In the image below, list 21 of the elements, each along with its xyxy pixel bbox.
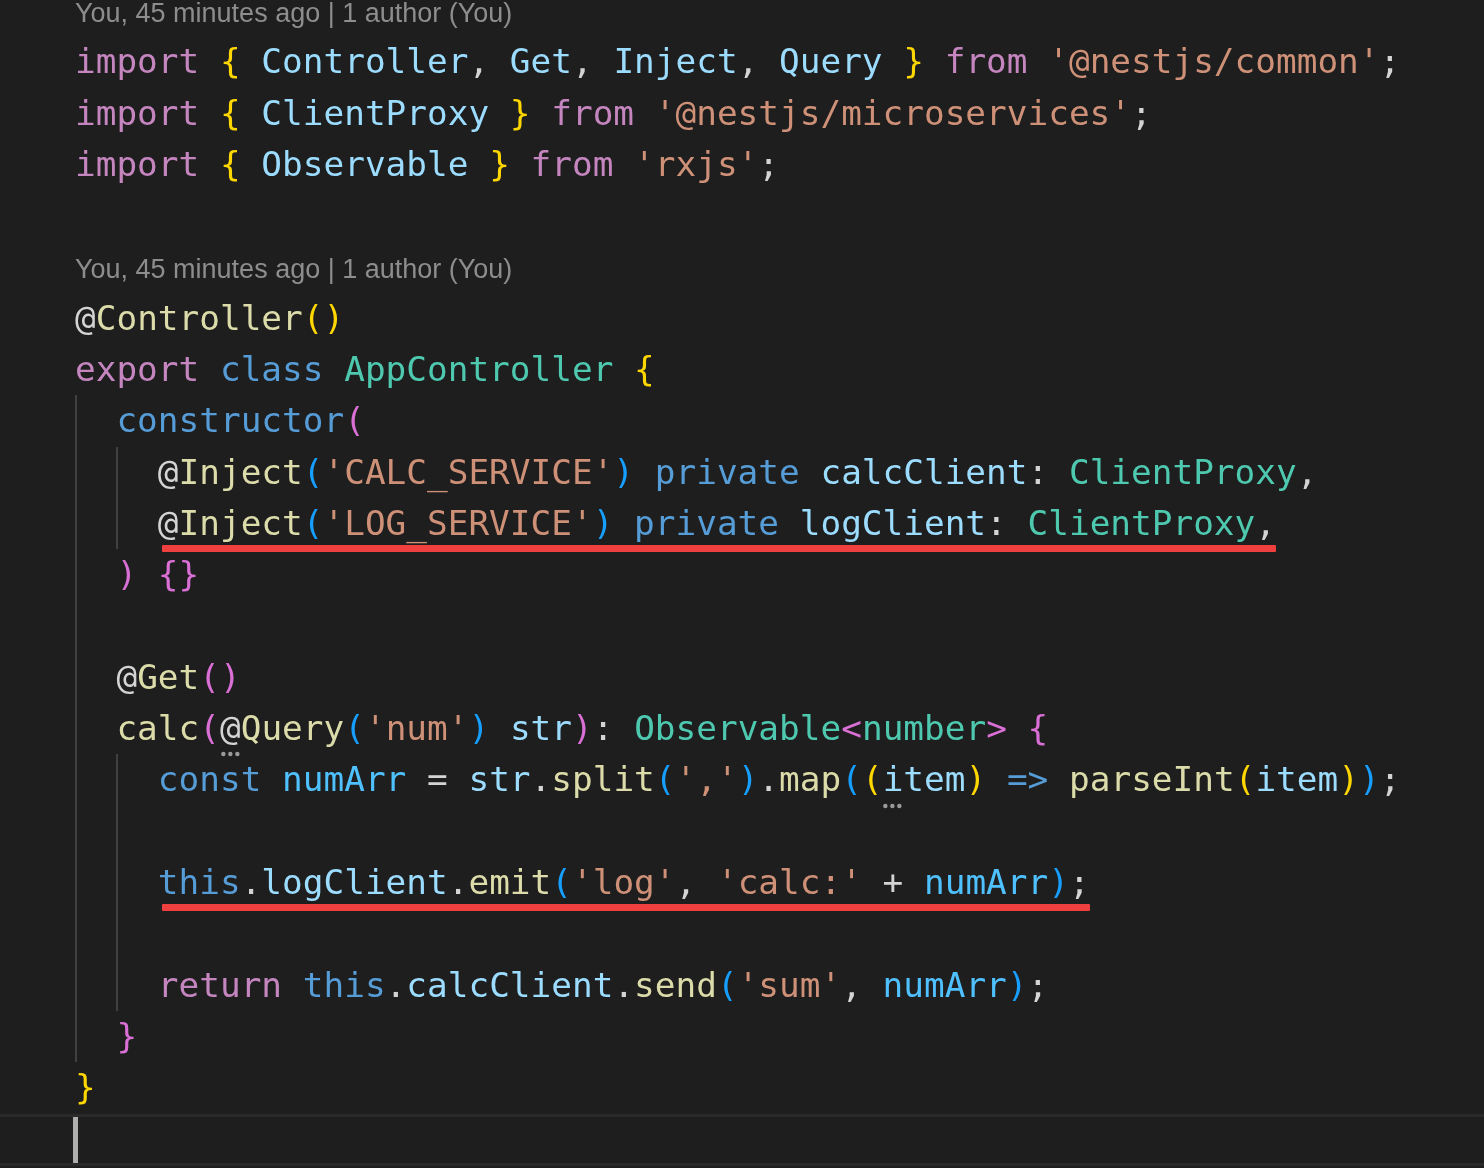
hint-dots-icon[interactable] xyxy=(882,801,904,810)
code-line: @Inject('LOG_SERVICE') private logClient: ClientProxy, xyxy=(156,502,1276,543)
code-line: @Inject('CALC_SERVICE') private calcClient: ClientProxy, xyxy=(156,451,1318,492)
code-line: this.logClient.emit('log', 'calc:' + numArr); xyxy=(156,862,1090,903)
blame-annotation: You, 45 minutes ago | 1 author (You) xyxy=(75,254,513,285)
code-line: calc(@Query('num') str): Observable<number> { xyxy=(115,708,1049,749)
text-cursor xyxy=(73,1116,78,1163)
code-line: } xyxy=(75,1067,96,1108)
code-line: export class AppController { xyxy=(75,349,655,390)
code-line: @Controller() xyxy=(75,297,345,338)
code-line: import { ClientProxy } from '@nestjs/microservices'; xyxy=(75,92,1152,133)
code-line: constructor( xyxy=(115,400,365,441)
code-line: import { Observable } from 'rxjs'; xyxy=(75,143,780,184)
code-line: ) {} xyxy=(115,554,200,595)
hint-dots-icon[interactable] xyxy=(219,750,241,759)
code-line: } xyxy=(115,1015,138,1056)
code-line: return this.calcClient.send('sum', numArr); xyxy=(156,964,1049,1005)
code-line: @Get() xyxy=(115,656,241,697)
code-line: import { Controller, Get, Inject, Query } from '@nestjs/common'; xyxy=(75,41,1401,82)
blame-annotation: You, 45 minutes ago | 1 author (You) xyxy=(75,0,513,28)
code-line: const numArr = str.split(',').map((item) => parseInt(item)); xyxy=(156,759,1401,800)
